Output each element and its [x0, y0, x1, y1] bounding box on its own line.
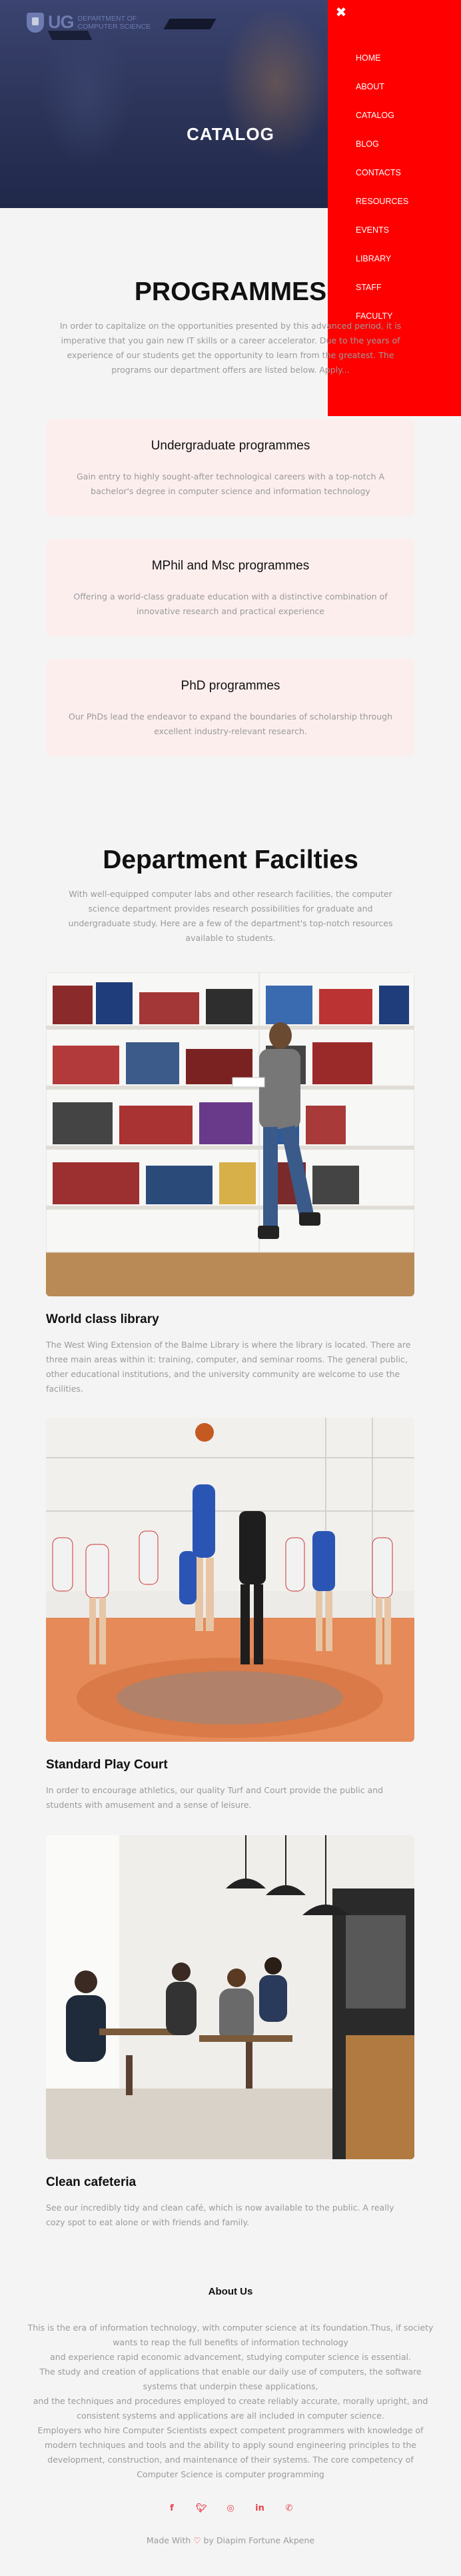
facilities-intro: With well-equipped computer labs and oth… [68, 889, 393, 943]
about-line: Employers who hire Computer Scientists e… [37, 2425, 424, 2435]
facility-text: The West Wing Extension of the Balme Lib… [46, 1340, 411, 1394]
basketball-illustration [46, 1418, 414, 1742]
programme-title: Undergraduate programmes [151, 439, 310, 453]
programme-card-phd: PhD programmes Our PhDs lead the endeavo… [47, 659, 414, 756]
programmes-intro: In order to capitalize on the opportunit… [59, 321, 402, 375]
programme-title: PhD programmes [181, 679, 280, 693]
facility-title: World class library [46, 1312, 159, 1326]
nav-item-catalog[interactable]: CATALOG [356, 110, 408, 139]
heart-icon: ♡ [193, 2535, 201, 2545]
facilities-heading: Department Facilties [103, 846, 358, 874]
about-line: Computer Science is computer programming [137, 2469, 324, 2479]
nav-item-resources[interactable]: RESOURCES [356, 196, 408, 225]
programme-text: Gain entry to highly sought-after techno… [76, 471, 385, 496]
cafeteria-illustration [46, 1835, 414, 2159]
play-court-photo [46, 1418, 414, 1742]
about-line: systems that underpin these applications… [143, 2381, 318, 2391]
programme-title: MPhil and Msc programmes [151, 559, 310, 573]
logo-department: DEPARTMENT OF COMPUTER SCIENCE [78, 15, 151, 31]
programme-card-undergraduate: Undergraduate programmes Gain entry to h… [47, 419, 414, 516]
facility-title: Clean cafeteria [46, 2175, 137, 2189]
about-line: and the techniques and procedures employ… [33, 2396, 428, 2406]
hero-photo-figure [40, 20, 133, 167]
instagram-icon[interactable]: ◎ [225, 2503, 236, 2514]
nav-item-blog[interactable]: BLOG [356, 139, 408, 167]
credit-prefix: Made With [146, 2535, 191, 2545]
whatsapp-icon[interactable]: ✆ [284, 2503, 294, 2514]
facebook-icon[interactable]: f [167, 2503, 177, 2514]
logo-letters: UG [48, 12, 74, 32]
about-line: and experience rapid economic advancemen… [50, 2352, 411, 2362]
facility-text: See our incredibly tidy and clean café, … [46, 2203, 394, 2227]
library-photo [46, 972, 414, 1296]
graduation-cap [163, 19, 217, 29]
footer-credit: Made With ♡ by Diapim Fortune Akpene [0, 2535, 461, 2545]
about-text: This is the era of information technolog… [7, 2321, 454, 2482]
about-line: modern techniques and tools and the abil… [45, 2440, 416, 2450]
logo-line: DEPARTMENT OF [77, 14, 137, 23]
linkedin-icon[interactable]: in [254, 2503, 265, 2514]
facility-text: In order to encourage athletics, our qua… [46, 1785, 384, 1810]
logo-line: COMPUTER SCIENCE [77, 22, 151, 31]
facility-title: Standard Play Court [46, 1758, 168, 1772]
nav-item-contacts[interactable]: CONTACTS [356, 167, 408, 196]
crest-icon [27, 12, 44, 33]
nav-item-home[interactable]: HOME [356, 53, 408, 81]
about-line: development, construction, and maintenan… [47, 2455, 414, 2465]
programmes-heading: PROGRAMMES [134, 277, 327, 306]
social-links: f 🐦︎ ◎ in ✆ [0, 2503, 461, 2514]
programme-card-mphil: MPhil and Msc programmes Offering a worl… [47, 539, 414, 636]
about-line: This is the era of information technolog… [27, 2323, 434, 2333]
nav-item-events[interactable]: EVENTS [356, 225, 408, 253]
close-icon[interactable]: ✖ [333, 4, 349, 20]
about-line: consistent systems and applications are … [77, 2411, 384, 2421]
about-line: The study and creation of applications t… [39, 2367, 422, 2377]
programme-text: Our PhDs lead the endeavor to expand the… [68, 712, 392, 736]
about-line: wants to reap the full benefits of infor… [113, 2337, 348, 2347]
library-illustration [46, 972, 414, 1296]
nav-item-about[interactable]: ABOUT [356, 81, 408, 110]
programme-text: Offering a world-class graduate educatio… [73, 591, 388, 616]
about-heading: About Us [208, 2286, 253, 2297]
cafeteria-photo [46, 1835, 414, 2159]
page: UG DEPARTMENT OF COMPUTER SCIENCE CATALO… [0, 0, 461, 2576]
twitter-icon[interactable]: 🐦︎ [196, 2503, 207, 2514]
site-logo[interactable]: UG DEPARTMENT OF COMPUTER SCIENCE [27, 12, 151, 33]
credit-suffix: by Diapim Fortune Akpene [203, 2535, 315, 2545]
